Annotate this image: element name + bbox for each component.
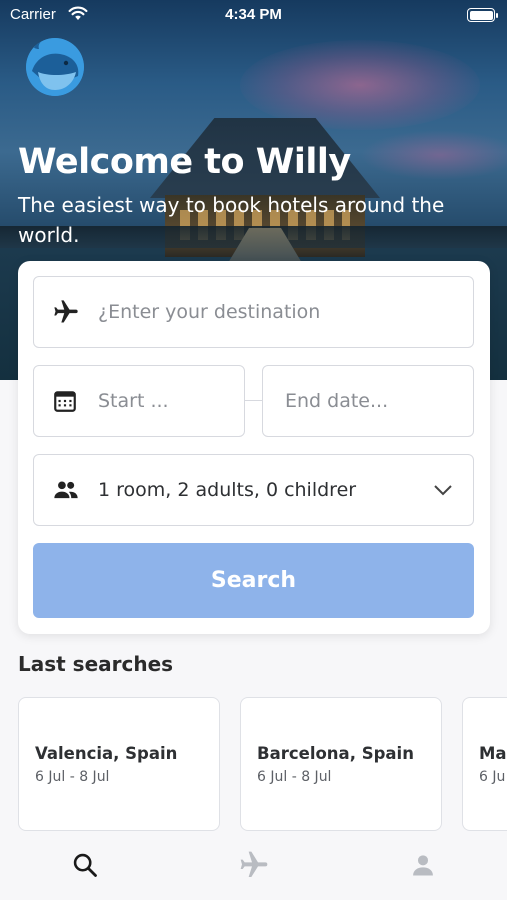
airplane-icon [238,849,270,885]
tab-bar [0,834,507,900]
tab-search[interactable] [0,834,169,900]
tab-flights[interactable] [169,834,338,900]
recent-search-city: Ma [479,744,507,763]
last-searches-title: Last searches [18,652,174,676]
guests-selector[interactable]: 1 room, 2 adults, 0 childrer [33,454,474,526]
destination-placeholder: ¿Enter your destination [98,301,321,323]
clock: 4:34 PM [225,6,282,23]
end-date-placeholder: End date... [285,390,389,412]
start-date-field[interactable]: Start ... [33,365,245,437]
profile-icon [409,851,437,883]
recent-search-card[interactable]: Barcelona, Spain 6 Jul - 8 Jul [240,697,442,831]
recent-search-card[interactable]: Ma 6 Ju [462,697,507,831]
welcome-title: Welcome to Willy [18,142,351,182]
people-icon [52,455,80,525]
date-connector [245,400,262,401]
airplane-icon [52,277,80,347]
welcome-subtitle: The easiest way to book hotels around th… [18,193,445,247]
whale-logo-icon [26,38,84,96]
end-date-field[interactable]: End date... [262,365,474,437]
recent-search-city: Valencia, Spain [35,744,178,763]
sunset-glow [240,40,480,130]
tab-profile[interactable] [338,834,507,900]
recent-search-dates: 6 Jul - 8 Jul [35,769,110,785]
chevron-down-icon [433,455,453,525]
calendar-icon [52,366,78,436]
start-date-placeholder: Start ... [98,390,169,412]
guests-value: 1 room, 2 adults, 0 childrer [98,479,357,501]
search-button[interactable]: Search [33,543,474,618]
recent-search-card[interactable]: Valencia, Spain 6 Jul - 8 Jul [18,697,220,831]
recent-search-dates: 6 Ju [479,769,506,785]
recent-search-city: Barcelona, Spain [257,744,414,763]
destination-field[interactable]: ¿Enter your destination [33,276,474,348]
search-card: ¿Enter your destination Start ... End da… [18,261,490,634]
battery-icon [467,8,498,22]
cloud [360,130,507,180]
recent-search-dates: 6 Jul - 8 Jul [257,769,332,785]
search-icon [71,851,99,883]
status-bar: Carrier 4:34 PM [0,0,507,30]
